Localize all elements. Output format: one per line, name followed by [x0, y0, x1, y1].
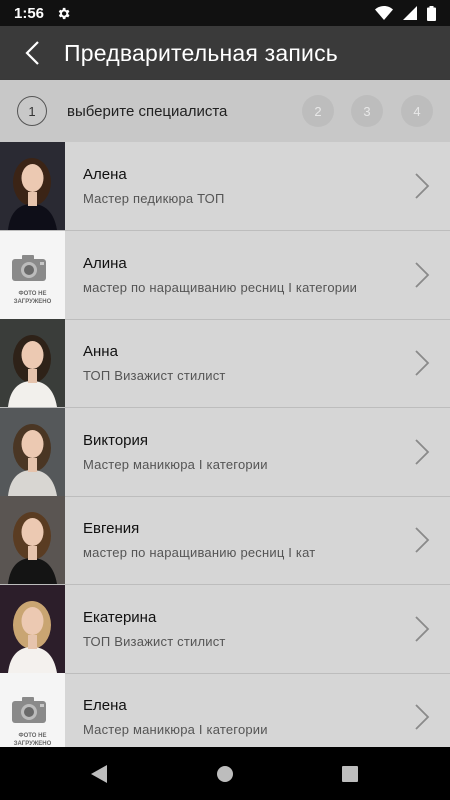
specialist-name: Алена — [83, 166, 127, 183]
navigation-bar — [0, 747, 450, 800]
specialist-name: Елена — [83, 697, 127, 714]
list-item[interactable]: Алена Мастер педикюра ТОП — [0, 142, 450, 231]
list-item[interactable]: Анна ТОП Визажист стилист — [0, 319, 450, 408]
portrait-icon — [0, 496, 65, 584]
specialist-info: Алина мастер по наращиванию ресниц I кате… — [83, 255, 450, 295]
specialist-role: мастер по наращиванию ресниц I категории — [83, 279, 358, 295]
specialist-photo — [0, 584, 65, 673]
portrait-icon — [0, 584, 65, 673]
specialist-role: Мастер маникюра I категории — [83, 722, 268, 737]
status-bar: 1:56 — [0, 0, 450, 26]
specialist-name: Евгения — [83, 520, 140, 537]
chevron-right-icon — [415, 261, 430, 288]
placeholder-text-line2: ЗАГРУЖЕНО — [13, 298, 52, 305]
photo-placeholder: ФОТО НЕ ЗАГРУЖЕНО — [0, 673, 65, 747]
nav-recents-button[interactable] — [335, 747, 365, 800]
portrait-icon — [0, 319, 65, 407]
chevron-right-icon — [415, 438, 430, 465]
specialist-info: Евгения мастер по наращиванию ресниц I ка… — [83, 520, 450, 560]
step-2: 2 — [302, 95, 334, 127]
step-indicator: 1 выберите специалиста 2 3 4 — [0, 80, 450, 142]
specialist-role: Мастер маникюра I категории — [83, 456, 268, 472]
specialist-role: ТОП Визажист стилист — [83, 368, 226, 383]
page-title: Предварительная запись — [64, 39, 338, 66]
nav-home-icon — [217, 765, 233, 782]
specialist-photo — [0, 319, 65, 407]
nav-recents-icon — [342, 765, 358, 782]
signal-icon — [403, 6, 417, 20]
specialist-photo — [0, 407, 65, 496]
chevron-right-icon — [415, 704, 430, 730]
nav-back-button[interactable] — [84, 747, 114, 800]
specialist-name: Анна — [83, 343, 118, 360]
specialist-info: Анна ТОП Визажист стилист — [83, 343, 450, 383]
specialist-name: Виктория — [83, 431, 149, 449]
specialists-list[interactable]: Алена Мастер педикюра ТОП ФОТО НЕ ЗАГРУЖЕНО… — [0, 142, 450, 747]
list-item[interactable]: Виктория Мастер маникюра I категории — [0, 407, 450, 497]
list-item[interactable]: Евгения мастер по наращиванию ресниц I ка… — [0, 496, 450, 585]
specialist-role: Мастер педикюра ТОП — [83, 191, 225, 206]
specialist-photo — [0, 496, 65, 584]
placeholder-text-line1: ФОТО НЕ — [18, 290, 47, 297]
specialist-role: мастер по наращиванию ресниц I кат — [83, 545, 316, 560]
specialist-role: ТОП Визажист стилист — [83, 633, 226, 649]
back-arrow-icon — [25, 41, 39, 65]
list-item[interactable]: ФОТО НЕ ЗАГРУЖЕНО Елена Мастер маникюра I к… — [0, 673, 450, 747]
specialist-name: Екатерина — [83, 608, 157, 626]
wifi-icon — [375, 6, 393, 20]
specialist-info: Виктория Мастер маникюра I категории — [83, 432, 450, 472]
gear-icon — [58, 7, 70, 19]
specialist-photo — [0, 142, 65, 230]
specialist-info: Екатерина ТОП Визажист стилист — [83, 609, 450, 649]
step-3: 3 — [351, 95, 383, 127]
chevron-right-icon — [415, 350, 430, 376]
list-item[interactable]: Екатерина ТОП Визажист стилист — [0, 584, 450, 674]
step-current: 1 — [17, 96, 47, 126]
step-4: 4 — [401, 95, 433, 127]
battery-icon — [427, 5, 436, 21]
app-bar: Предварительная запись — [0, 26, 450, 80]
chevron-right-icon — [415, 615, 430, 642]
portrait-icon — [0, 407, 65, 496]
status-time: 1:56 — [14, 4, 45, 22]
step-label: выберите специалиста — [67, 102, 228, 120]
nav-back-icon — [91, 764, 107, 783]
placeholder-text-line1: ФОТО НЕ — [18, 733, 47, 739]
nav-home-button[interactable] — [210, 747, 240, 800]
back-button[interactable] — [8, 26, 56, 80]
chevron-right-icon — [415, 527, 430, 553]
chevron-right-icon — [415, 173, 430, 199]
camera-icon — [0, 230, 65, 319]
portrait-icon — [0, 142, 65, 230]
specialist-info: Алена Мастер педикюра ТОП — [83, 166, 450, 206]
specialist-info: Елена Мастер маникюра I категории — [83, 697, 450, 737]
photo-placeholder: ФОТО НЕ ЗАГРУЖЕНО — [0, 230, 65, 319]
list-item[interactable]: ФОТО НЕ ЗАГРУЖЕНО Алина мастер по наращиван… — [0, 230, 450, 320]
specialist-name: Алина — [83, 254, 127, 272]
